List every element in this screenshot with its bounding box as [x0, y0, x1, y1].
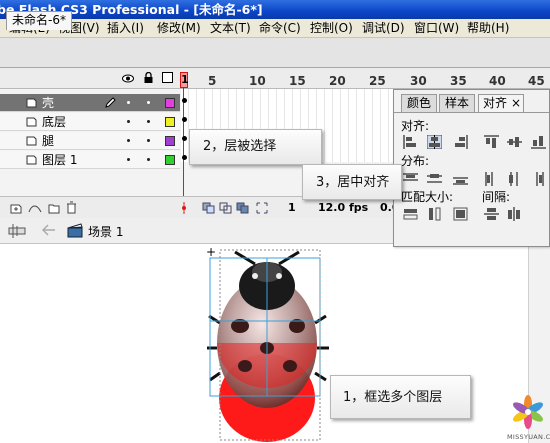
- layer-color-swatch[interactable]: [165, 136, 175, 146]
- flower-logo-icon: [513, 395, 543, 429]
- onion-skin-icon[interactable]: [202, 202, 215, 214]
- distribute-label: 分布:: [401, 154, 430, 168]
- frame-tick: 30: [410, 74, 427, 88]
- menu-bar: 编辑(E) 视图(V) 插入(I) 修改(M) 文本(T) 命令(C) 控制(O…: [0, 19, 550, 38]
- layer-icon: [26, 136, 37, 146]
- layer-row[interactable]: 底层: [0, 113, 180, 131]
- frame-tick: 20: [329, 74, 346, 88]
- layer-name: 底层: [42, 115, 67, 129]
- align-right-icon[interactable]: [453, 135, 468, 149]
- distribute-hcenter-icon[interactable]: [507, 172, 522, 186]
- callout-step1-text: 1，框选多个图层: [343, 390, 443, 405]
- menu-modify[interactable]: 修改(M): [157, 21, 201, 36]
- layer-icon: [26, 117, 37, 127]
- align-panel: 颜色 样本 对齐 × 对齐: 分布: 匹配大小: 间隔:: [393, 89, 550, 247]
- layer-color-swatch[interactable]: [165, 155, 175, 165]
- insert-layer-icon[interactable]: [10, 202, 22, 214]
- scene-label[interactable]: 场景 1: [88, 223, 123, 240]
- layer-name: 壳: [42, 96, 55, 110]
- keyframe[interactable]: [182, 98, 187, 103]
- edit-multiple-frames-icon[interactable]: [236, 202, 249, 214]
- tab-swatches[interactable]: 样本: [439, 94, 475, 112]
- menu-debug[interactable]: 调试(D): [362, 21, 405, 36]
- tab-color[interactable]: 颜色: [401, 94, 437, 112]
- menu-help[interactable]: 帮助(H): [467, 21, 509, 36]
- clapper-icon: [67, 223, 83, 238]
- menu-control[interactable]: 控制(O): [310, 21, 353, 36]
- callout-step1: 1，框选多个图层: [330, 375, 471, 419]
- playhead-frame: 1: [181, 73, 189, 86]
- spacing-label: 间隔:: [482, 190, 511, 204]
- distribute-left-icon[interactable]: [484, 172, 499, 186]
- playhead[interactable]: 1: [180, 72, 189, 88]
- watermark-logo: MISSYUAN.COM: [506, 392, 550, 443]
- match-size-label: 匹配大小:: [401, 190, 454, 204]
- menu-insert[interactable]: 插入(I): [107, 21, 144, 36]
- window-title-bar: be Flash CS3 Professional - [未命名-6*]: [0, 0, 550, 19]
- callout-step3-text: 3，居中对齐: [316, 175, 390, 190]
- pencil-icon: [105, 97, 116, 108]
- frame-tick: 25: [369, 74, 386, 88]
- frame-tick: 45: [528, 74, 545, 88]
- distribute-bottom-icon[interactable]: [453, 172, 468, 186]
- match-width-height-icon[interactable]: [453, 207, 468, 221]
- onion-skin-outlines-icon[interactable]: [219, 202, 232, 214]
- keyframe[interactable]: [182, 136, 187, 141]
- menu-text[interactable]: 文本(T): [210, 21, 251, 36]
- registration-point: +: [206, 245, 217, 259]
- center-frame-icon[interactable]: [180, 202, 188, 214]
- keyframe[interactable]: [182, 117, 187, 122]
- lock-icon[interactable]: [144, 72, 153, 83]
- frame-tick: 40: [489, 74, 506, 88]
- distribute-right-icon[interactable]: [531, 172, 546, 186]
- timeline-header: [0, 68, 550, 89]
- trash-icon[interactable]: [66, 201, 77, 214]
- keyframe[interactable]: [182, 155, 187, 160]
- layer-icon: [26, 155, 37, 165]
- frame-tick: 15: [289, 74, 306, 88]
- document-tab[interactable]: 未命名-6*: [6, 11, 72, 30]
- timeline-toggle-icon[interactable]: [8, 223, 26, 239]
- distribute-top-icon[interactable]: [403, 172, 418, 186]
- menu-window[interactable]: 窗口(W): [414, 21, 459, 36]
- match-width-icon[interactable]: [403, 207, 418, 221]
- align-top-icon[interactable]: [484, 135, 499, 149]
- add-motion-guide-icon[interactable]: [28, 202, 42, 214]
- align-label: 对齐:: [401, 119, 430, 133]
- callout-step2: 2，层被选择: [189, 129, 322, 165]
- frame-tick: 10: [249, 74, 266, 88]
- ladybug-artwork[interactable]: [205, 248, 340, 443]
- layer-color-swatch[interactable]: [165, 98, 175, 108]
- space-evenly-vertical-icon[interactable]: [484, 207, 499, 221]
- callout-step3: 3，居中对齐: [302, 164, 402, 200]
- document-tab-strip: [0, 38, 550, 68]
- distribute-vcenter-icon[interactable]: [427, 172, 442, 186]
- space-evenly-horizontal-icon[interactable]: [507, 207, 522, 221]
- modify-markers-icon[interactable]: [256, 202, 268, 214]
- match-height-icon[interactable]: [427, 207, 442, 221]
- fps-readout[interactable]: 12.0 fps: [318, 201, 368, 214]
- close-icon[interactable]: ×: [511, 96, 521, 110]
- frame-tick: 35: [450, 74, 467, 88]
- layer-row[interactable]: 腿: [0, 132, 180, 150]
- frame-tick: 5: [208, 74, 217, 88]
- watermark-text: MISSYUAN.COM: [507, 433, 550, 441]
- layer-row[interactable]: 图层 1: [0, 151, 180, 169]
- eye-icon[interactable]: [122, 74, 134, 83]
- layer-color-swatch[interactable]: [165, 117, 175, 127]
- align-vertical-center-icon[interactable]: [507, 135, 522, 149]
- insert-folder-icon[interactable]: [48, 202, 60, 214]
- outline-icon[interactable]: [162, 72, 173, 83]
- back-arrow-icon[interactable]: [42, 224, 56, 236]
- align-horizontal-center-icon[interactable]: [427, 135, 442, 149]
- callout-step2-text: 2，层被选择: [203, 139, 277, 154]
- current-frame-readout: 1: [288, 201, 296, 214]
- align-bottom-icon[interactable]: [531, 135, 546, 149]
- menu-commands[interactable]: 命令(C): [259, 21, 301, 36]
- layer-name: 腿: [42, 134, 55, 148]
- layer-name: 图层 1: [42, 153, 78, 167]
- align-left-icon[interactable]: [403, 135, 418, 149]
- layer-icon: [26, 98, 37, 108]
- layer-row[interactable]: 壳: [0, 94, 180, 112]
